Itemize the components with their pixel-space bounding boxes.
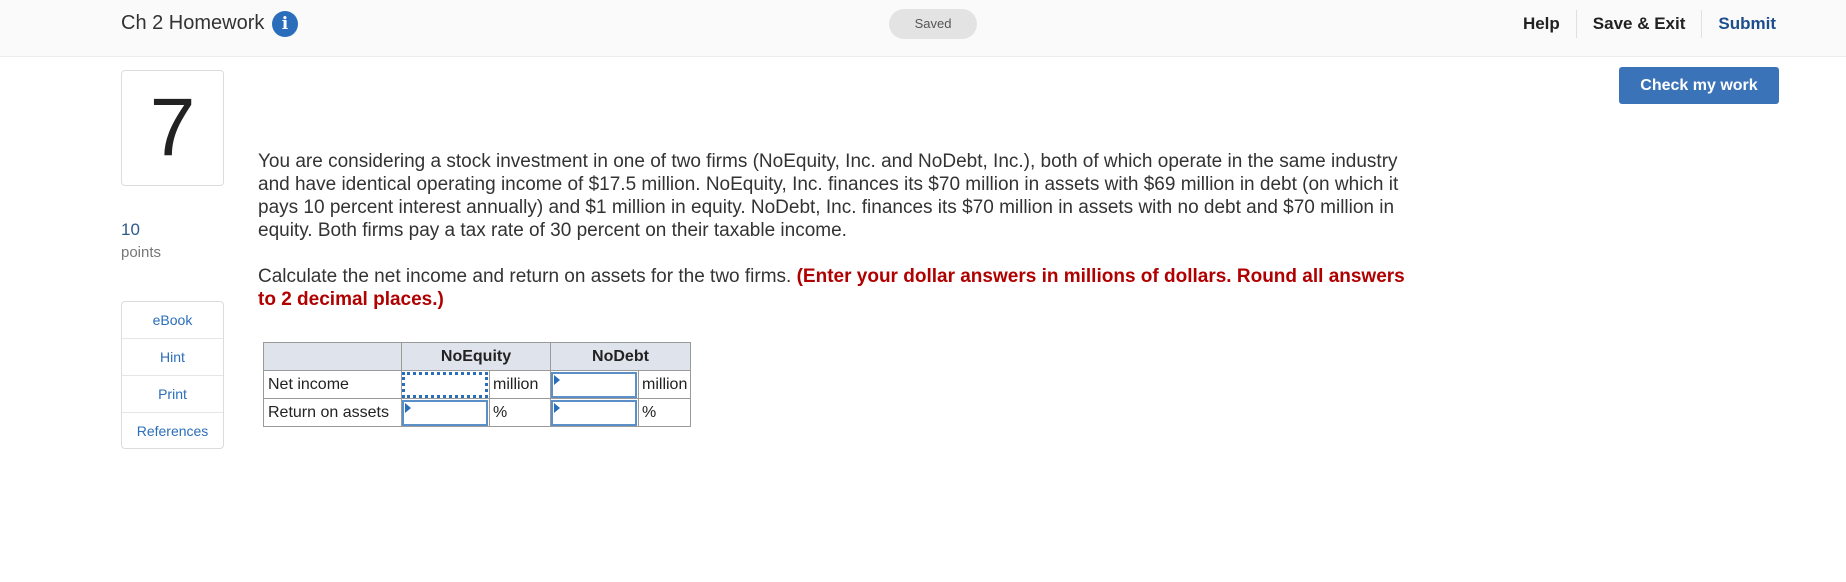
check-my-work-button[interactable]: Check my work xyxy=(1619,67,1779,104)
question-body: You are considering a stock investment i… xyxy=(258,150,1426,334)
unit-label: million xyxy=(489,370,551,399)
question-paragraph: You are considering a stock investment i… xyxy=(258,151,1399,241)
table-row: Net income million million xyxy=(263,370,691,399)
row-label: Net income xyxy=(263,370,402,399)
row-label: Return on assets xyxy=(263,398,402,427)
table-row: Return on assets % % xyxy=(263,398,691,427)
noequity-roa-cell xyxy=(401,398,490,427)
points-label: points xyxy=(121,244,162,261)
input-marker-icon xyxy=(554,402,560,413)
save-exit-link[interactable]: Save & Exit xyxy=(1577,10,1702,38)
input-marker-icon xyxy=(405,402,411,413)
ebook-link[interactable]: eBook xyxy=(122,302,223,339)
nodebt-net-income-cell xyxy=(550,370,639,399)
nodebt-roa-input[interactable] xyxy=(551,399,637,426)
unit-label: million xyxy=(638,370,691,399)
top-bar: Ch 2 Homework i Saved Help Save & Exit S… xyxy=(0,0,1846,57)
print-link[interactable]: Print xyxy=(122,376,223,413)
answer-table: NoEquity NoDebt Net income million milli… xyxy=(263,342,691,427)
references-link[interactable]: References xyxy=(122,413,223,449)
input-marker-icon xyxy=(554,374,560,385)
header-nav: Help Save & Exit Submit xyxy=(1507,10,1776,38)
question-instructions: Calculate the net income and return on a… xyxy=(258,265,1426,311)
resources-panel: eBook Hint Print References xyxy=(121,301,224,449)
table-corner xyxy=(263,342,402,371)
help-link[interactable]: Help xyxy=(1507,10,1576,38)
unit-label: % xyxy=(489,398,551,427)
points-value: 10 xyxy=(121,220,140,239)
noequity-net-income-cell xyxy=(401,370,490,399)
nodebt-net-income-input[interactable] xyxy=(551,371,637,398)
table-header-row: NoEquity NoDebt xyxy=(263,342,691,371)
saved-status-badge: Saved xyxy=(889,9,977,39)
column-header-nodebt: NoDebt xyxy=(550,342,691,371)
instruction-text: Calculate the net income and return on a… xyxy=(258,266,797,287)
assignment-title: Ch 2 Homework xyxy=(121,12,265,34)
question-number: 7 xyxy=(121,70,224,186)
nodebt-roa-cell xyxy=(550,398,639,427)
unit-label: % xyxy=(638,398,691,427)
noequity-net-income-input[interactable] xyxy=(402,371,488,398)
info-icon[interactable]: i xyxy=(272,11,298,37)
noequity-roa-input[interactable] xyxy=(402,399,488,426)
hint-link[interactable]: Hint xyxy=(122,339,223,376)
submit-link[interactable]: Submit xyxy=(1702,10,1776,38)
column-header-noequity: NoEquity xyxy=(401,342,551,371)
